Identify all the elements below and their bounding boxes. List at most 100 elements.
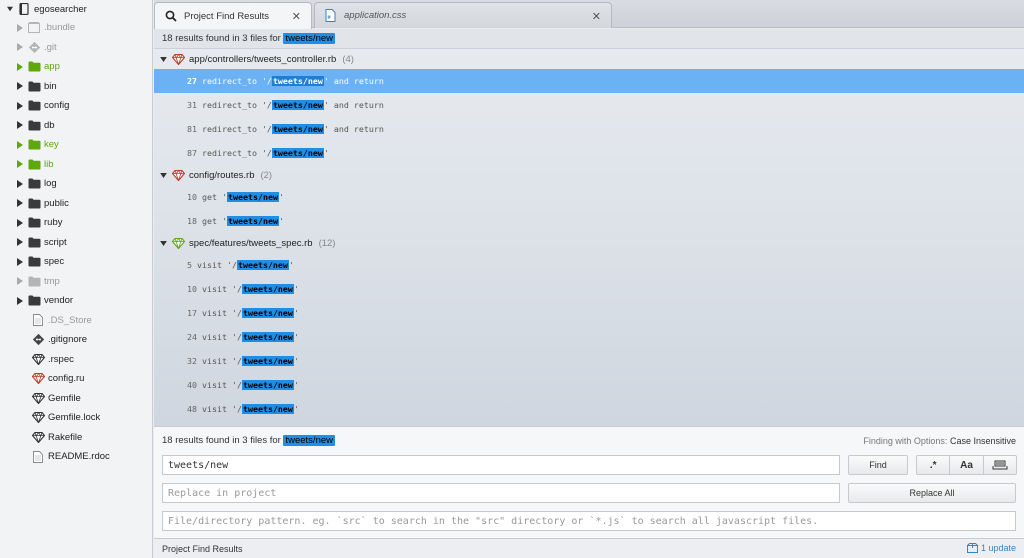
match-text-before: visit '/ xyxy=(202,356,242,366)
tree-file[interactable]: Rakefile xyxy=(0,428,152,448)
chevron-down-icon[interactable] xyxy=(160,239,170,248)
chevron-down-icon[interactable] xyxy=(160,171,170,180)
chevron-right-icon[interactable] xyxy=(14,178,26,190)
chevron-right-icon[interactable] xyxy=(14,41,26,53)
chevron-down-icon[interactable] xyxy=(4,3,16,15)
result-match-row[interactable]: 17 visit '/tweets/new ' xyxy=(154,301,1024,325)
result-file-count: (2) xyxy=(260,169,273,181)
tree-folder[interactable]: vendor xyxy=(0,291,152,311)
chevron-right-icon[interactable] xyxy=(14,256,26,268)
find-button[interactable]: Find xyxy=(848,455,908,475)
result-match-row[interactable]: 27 redirect_to '/tweets/new ' and return xyxy=(154,69,1024,93)
result-file-header[interactable]: app/controllers/tweets_controller.rb (4) xyxy=(154,49,1024,69)
tree-folder[interactable]: app xyxy=(0,57,152,77)
tree-folder[interactable]: log xyxy=(0,174,152,194)
tree-folder[interactable]: .git xyxy=(0,38,152,58)
result-match-row[interactable]: 40 visit '/tweets/new ' xyxy=(154,373,1024,397)
whole-word-toggle[interactable] xyxy=(984,456,1016,474)
tree-folder[interactable]: lib xyxy=(0,155,152,175)
tree-item-label: lib xyxy=(44,158,54,170)
result-file-header[interactable]: spec/features/tweets_spec.rb (12) xyxy=(154,233,1024,253)
chevron-right-icon[interactable] xyxy=(14,158,26,170)
chevron-right-icon[interactable] xyxy=(14,217,26,229)
tree-file[interactable]: Gemfile.lock xyxy=(0,408,152,428)
result-match-row[interactable]: 32 visit '/tweets/new ' xyxy=(154,349,1024,373)
match-highlight: tweets/new xyxy=(241,308,294,318)
tree-file[interactable]: config.ru xyxy=(0,369,152,389)
tree-folder[interactable]: key xyxy=(0,135,152,155)
result-match-row[interactable]: 81 redirect_to '/tweets/new ' and return xyxy=(154,117,1024,141)
folder-icon xyxy=(27,236,41,248)
tree-item-label: Gemfile.lock xyxy=(48,412,101,424)
results-summary: 18 results found in 3 files for tweets/n… xyxy=(154,29,1024,49)
tree-file[interactable]: Gemfile xyxy=(0,389,152,409)
tree-item-label: config xyxy=(44,100,70,112)
chevron-right-icon[interactable] xyxy=(14,275,26,287)
tree-file[interactable]: .gitignore xyxy=(0,330,152,350)
tree-file[interactable]: .rspec xyxy=(0,350,152,370)
regex-toggle[interactable]: .* xyxy=(917,456,951,474)
tree-folder[interactable]: .bundle xyxy=(0,18,152,38)
result-file-header[interactable]: config/routes.rb (2) xyxy=(154,165,1024,185)
tree-folder[interactable]: public xyxy=(0,194,152,214)
close-icon[interactable]: ✕ xyxy=(292,10,301,23)
tree-folder[interactable]: db xyxy=(0,116,152,136)
status-panel-label[interactable]: Project Find Results xyxy=(162,544,243,554)
chevron-right-icon[interactable] xyxy=(14,61,26,73)
match-line-number: 87 xyxy=(187,148,197,158)
folder-icon xyxy=(27,197,41,209)
result-match-row[interactable]: 31 redirect_to '/tweets/new ' and return xyxy=(154,93,1024,117)
tree-file[interactable]: README.rdoc xyxy=(0,447,152,467)
close-icon[interactable]: ✕ xyxy=(592,10,601,23)
chevron-right-icon[interactable] xyxy=(14,119,26,131)
chevron-right-icon[interactable] xyxy=(14,139,26,151)
folder-icon xyxy=(27,256,41,268)
chevron-right-icon[interactable] xyxy=(14,100,26,112)
match-highlight: tweets/new xyxy=(236,260,289,270)
tree-item-label: config.ru xyxy=(48,373,85,385)
chevron-right-icon[interactable] xyxy=(14,236,26,248)
result-match-row[interactable]: 48 visit '/tweets/new ' xyxy=(154,397,1024,421)
tree-folder[interactable]: tmp xyxy=(0,272,152,292)
tree-folder[interactable]: spec xyxy=(0,252,152,272)
case-sensitive-toggle[interactable]: Aa xyxy=(950,456,984,474)
update-link[interactable]: 1 update xyxy=(966,543,1016,553)
tab-project-find-results[interactable]: Project Find Results ✕ xyxy=(154,2,312,29)
tree-file[interactable]: .DS_Store xyxy=(0,311,152,331)
path-pattern-input[interactable] xyxy=(162,511,1016,531)
tab-application-css[interactable]: # application.css ✕ xyxy=(314,2,612,28)
ruby-icon xyxy=(172,53,186,65)
match-line-number: 81 xyxy=(187,124,197,134)
chevron-right-icon[interactable] xyxy=(14,197,26,209)
chevron-right-icon[interactable] xyxy=(14,22,26,34)
ruby-icon xyxy=(172,169,186,181)
match-highlight: tweets/new xyxy=(241,380,294,390)
tree-folder[interactable]: bin xyxy=(0,77,152,97)
tree-folder[interactable]: script xyxy=(0,233,152,253)
find-option-toggles: .* Aa xyxy=(916,455,1017,475)
match-line-number: 32 xyxy=(187,356,197,366)
match-line-number: 31 xyxy=(187,100,197,110)
tree-item-label: app xyxy=(44,61,60,73)
css-file-icon: # xyxy=(325,9,338,22)
chevron-right-icon[interactable] xyxy=(14,295,26,307)
result-match-row[interactable]: 24 visit '/tweets/new ' xyxy=(154,325,1024,349)
match-text-after: ' xyxy=(293,380,299,390)
result-match-row[interactable]: 10 visit '/tweets/new ' xyxy=(154,277,1024,301)
result-match-row[interactable]: 10 get ' tweets/new ' xyxy=(154,185,1024,209)
match-text-before: visit '/ xyxy=(202,308,242,318)
result-match-row[interactable]: 18 get ' tweets/new ' xyxy=(154,209,1024,233)
find-input[interactable] xyxy=(162,455,840,475)
svg-text:#: # xyxy=(327,15,331,21)
replace-input[interactable] xyxy=(162,483,840,503)
result-match-row[interactable]: 87 redirect_to '/tweets/new ' xyxy=(154,141,1024,165)
replace-all-button[interactable]: Replace All xyxy=(848,483,1016,503)
chevron-right-icon[interactable] xyxy=(14,80,26,92)
git-icon xyxy=(31,334,45,346)
chevron-down-icon[interactable] xyxy=(160,55,170,64)
tree-folder[interactable]: config xyxy=(0,96,152,116)
tree-root[interactable]: egosearcher xyxy=(0,0,152,18)
tree-folder[interactable]: ruby xyxy=(0,213,152,233)
result-match-row[interactable]: 5 visit '/tweets/new ' xyxy=(154,253,1024,277)
folder-icon xyxy=(27,61,41,73)
